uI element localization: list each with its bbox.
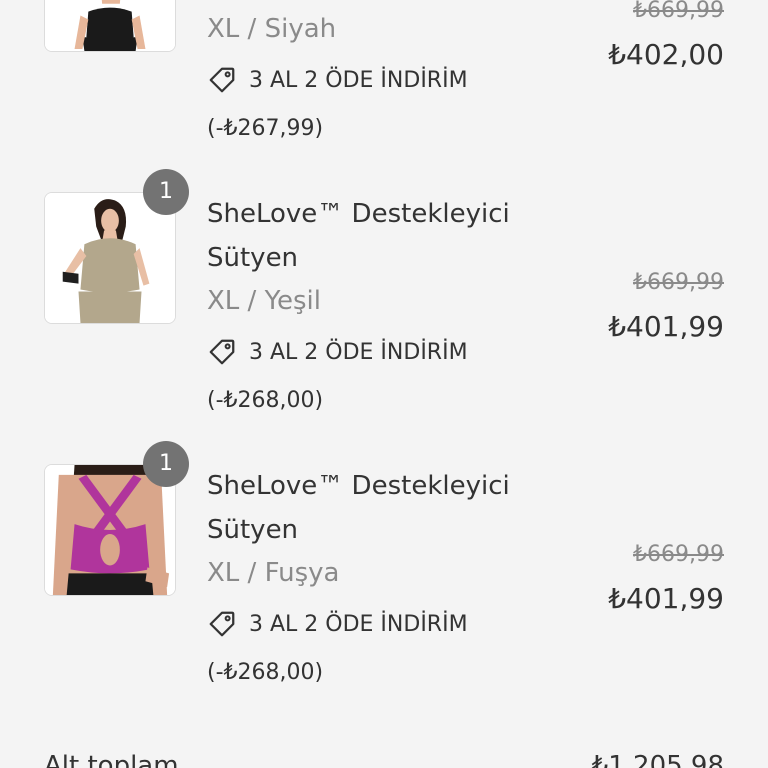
- subtotal-value: ₺1.205,98: [591, 751, 724, 768]
- discount-row: 3 AL 2 ÖDE İNDİRİM: [207, 62, 468, 98]
- price-final: ₺402,00: [608, 38, 724, 71]
- quantity-badge: 1: [143, 441, 189, 487]
- price-original: ₺669,99: [633, 270, 724, 295]
- product-variant: XL / Yeşil: [207, 286, 322, 316]
- product-title: SheLove™ Destekleyici Sütyen: [207, 471, 510, 545]
- price-final: ₺401,99: [608, 310, 724, 343]
- tag-icon: [209, 611, 235, 637]
- price-original: ₺669,99: [633, 0, 724, 23]
- discount-amount: (-₺268,00): [207, 660, 324, 685]
- product-title: SheLove™ Destekleyici Sütyen: [207, 199, 510, 273]
- tag-icon: [209, 67, 235, 93]
- product-variant: XL / Siyah: [207, 14, 337, 44]
- subtotal-label: Alt toplam: [44, 751, 179, 768]
- product-image-black-bra: [44, 0, 176, 52]
- product-photo: [45, 0, 175, 51]
- discount-label: 3 AL 2 ÖDE İNDİRİM: [249, 339, 468, 365]
- discount-amount: (-₺267,99): [207, 116, 324, 141]
- tag-icon: [209, 339, 235, 365]
- price-final: ₺401,99: [608, 582, 724, 615]
- checkout-order-summary: XL / Siyah 3 AL 2 ÖDE İNDİRİM (-₺267,99)…: [0, 0, 768, 768]
- quantity-badge: 1: [143, 169, 189, 215]
- discount-amount: (-₺268,00): [207, 388, 324, 413]
- discount-label: 3 AL 2 ÖDE İNDİRİM: [249, 67, 468, 93]
- product-variant: XL / Fuşya: [207, 558, 340, 588]
- price-original: ₺669,99: [633, 542, 724, 567]
- discount-row: 3 AL 2 ÖDE İNDİRİM: [207, 606, 468, 642]
- subtotal-row: Alt toplam ₺1.205,98: [44, 748, 724, 768]
- discount-row: 3 AL 2 ÖDE İNDİRİM: [207, 334, 468, 370]
- discount-label: 3 AL 2 ÖDE İNDİRİM: [249, 611, 468, 637]
